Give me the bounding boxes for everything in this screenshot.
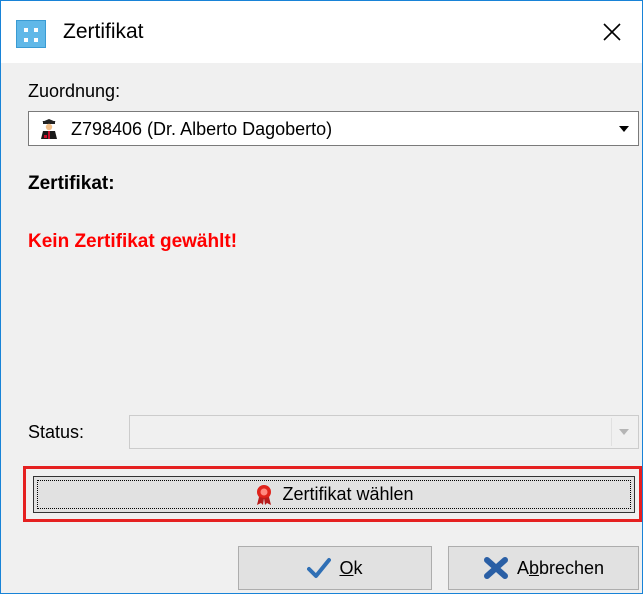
focus-rectangle — [37, 480, 631, 509]
assignment-value: Z798406 (Dr. Alberto Dagoberto) — [71, 119, 333, 139]
dropdown-arrow-button[interactable] — [611, 114, 636, 143]
doctor-person-icon — [38, 118, 60, 140]
certificate-heading: Zertifikat: — [28, 173, 115, 194]
status-dropdown-arrow — [611, 418, 636, 446]
title-bar[interactable]: Zertifikat — [1, 1, 642, 63]
checkmark-icon — [307, 558, 332, 578]
close-icon — [603, 23, 621, 41]
assignment-dropdown[interactable]: Z798406 (Dr. Alberto Dagoberto) — [28, 111, 639, 146]
no-certificate-message: Kein Zertifikat gewählt! — [28, 231, 238, 252]
dialog-window: Zertifikat Zuordnung: Z798406 (Dr. Alber… — [0, 0, 643, 594]
chevron-down-icon — [619, 429, 629, 435]
assignment-label: Zuordnung: — [28, 81, 121, 101]
cancel-label: Abbrechen — [516, 557, 605, 578]
close-button[interactable] — [582, 1, 642, 63]
status-dropdown — [129, 415, 639, 449]
ok-label: Ok — [339, 557, 363, 578]
window-title: Zertifikat — [63, 20, 144, 43]
cancel-button[interactable]: Abbrechen — [448, 546, 639, 590]
x-cross-icon — [483, 557, 508, 579]
status-label: Status: — [28, 422, 85, 442]
chevron-down-icon — [618, 125, 629, 132]
ok-button[interactable]: Ok — [238, 546, 432, 590]
app-icon — [16, 20, 46, 48]
choose-certificate-button[interactable]: Zertifikat wählen — [33, 476, 635, 513]
